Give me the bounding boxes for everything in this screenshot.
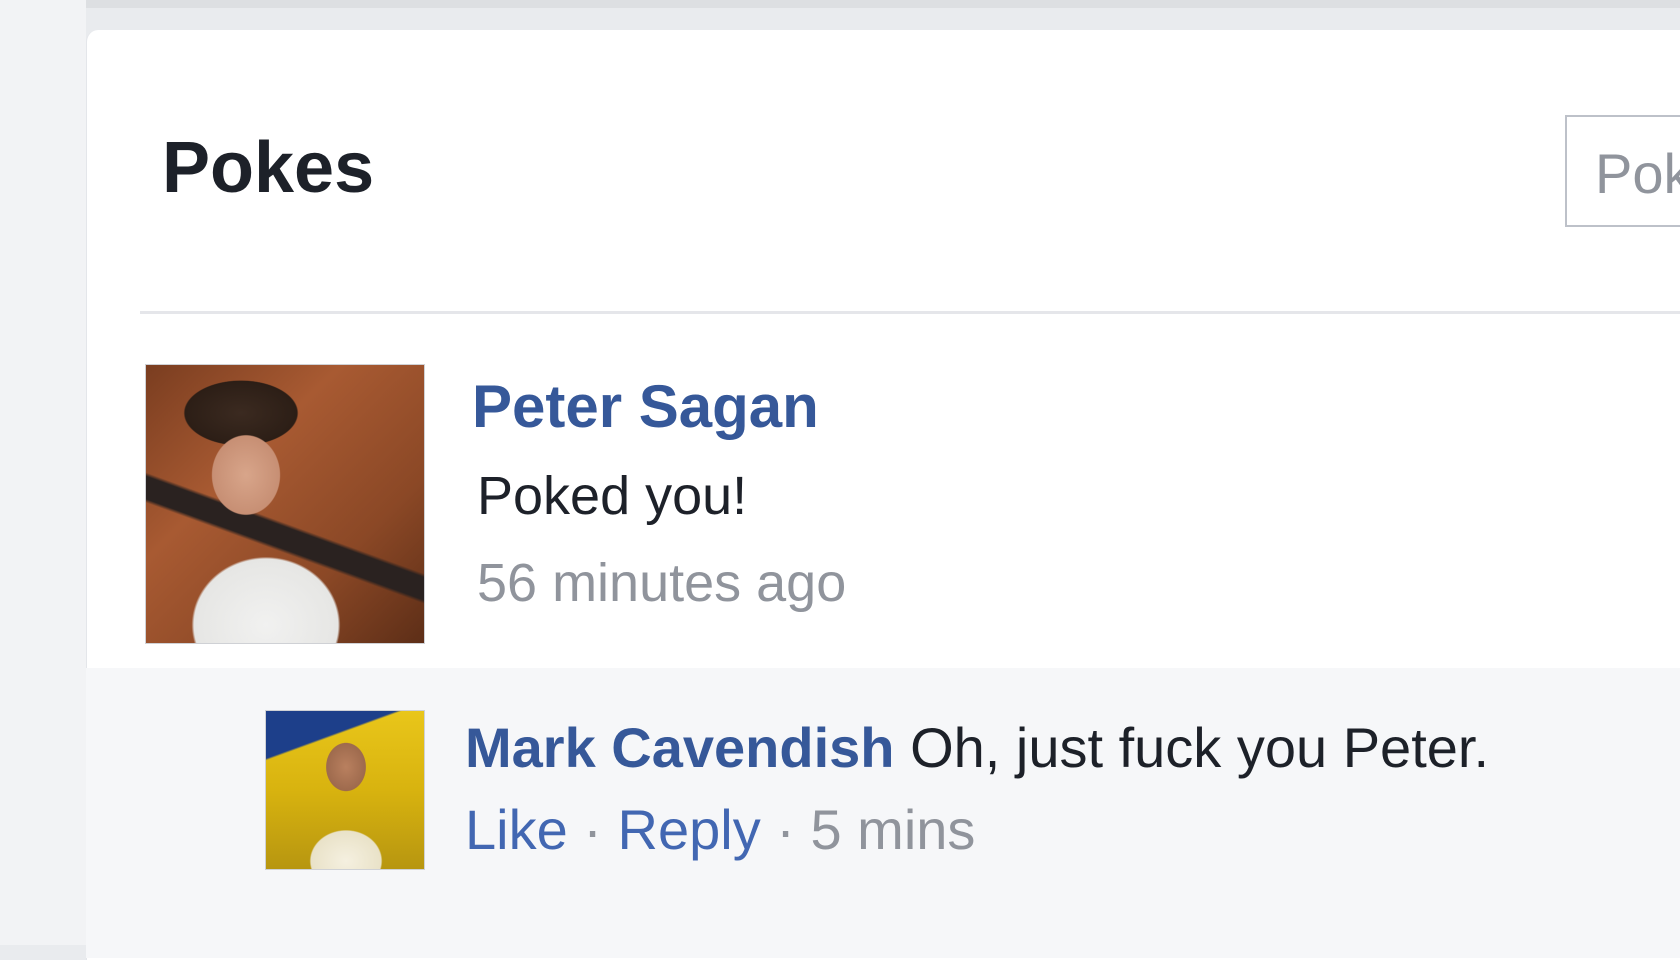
header-divider — [140, 311, 1680, 314]
poker-avatar[interactable] — [145, 364, 425, 644]
like-link[interactable]: Like — [465, 798, 568, 861]
comment-author-link[interactable]: Mark Cavendish — [465, 716, 895, 779]
reply-link[interactable]: Reply — [618, 798, 761, 861]
comment-timestamp[interactable]: 5 mins — [810, 798, 975, 861]
separator: · — [776, 798, 795, 861]
comment-actions: Like · Reply · 5 mins — [465, 797, 975, 863]
poker-name-link[interactable]: Peter Sagan — [472, 372, 819, 442]
comment: Mark Cavendish Oh, just fuck you Peter. — [465, 715, 1489, 781]
comment-text: Oh, just fuck you Peter. — [910, 716, 1490, 779]
separator: · — [583, 798, 602, 861]
left-sidebar-background — [0, 0, 86, 945]
pokes-search-box[interactable] — [1565, 115, 1680, 227]
page-title: Pokes — [162, 128, 375, 208]
commenter-avatar[interactable] — [265, 710, 425, 870]
top-bar — [0, 0, 1680, 8]
pokes-search-input[interactable] — [1595, 145, 1680, 201]
poke-timestamp: 56 minutes ago — [477, 553, 847, 613]
poke-message: Poked you! — [477, 466, 748, 526]
